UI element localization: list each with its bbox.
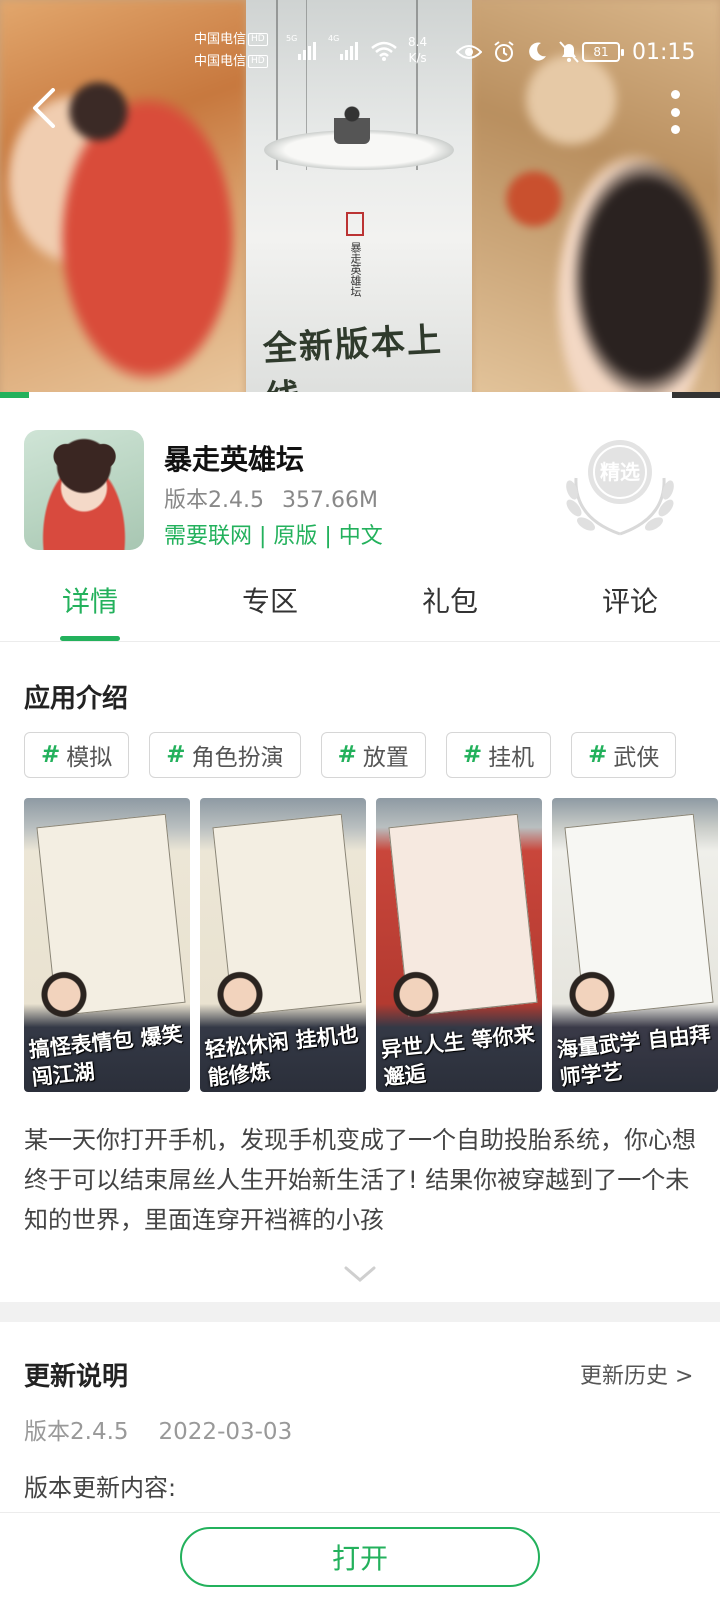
screenshot-thumbnail[interactable]: 轻松休闲 挂机也能修炼	[200, 798, 366, 1092]
screenshot-thumbnail[interactable]: 异世人生 等你来邂逅	[376, 798, 542, 1092]
signal-4g-icon: 4G	[328, 34, 358, 60]
app-meta: 版本2.4.5 357.66M	[164, 482, 378, 514]
update-version: 版本2.4.5	[24, 1419, 129, 1445]
intro-title: 应用介绍	[24, 684, 129, 714]
carrier-2: 中国电信 HD	[194, 52, 268, 72]
update-meta: 版本2.4.5 2022-03-03	[24, 1412, 292, 1446]
tab-zone[interactable]: 专区	[180, 576, 360, 641]
status-icons	[456, 40, 580, 64]
status-bar: 中国电信 HD 中国电信 HD 5G 4G 8.4 K/s 81 01:15	[0, 30, 720, 82]
banner-seal	[346, 212, 364, 236]
banner-progress-track	[0, 392, 720, 398]
update-content-label: 版本更新内容:	[24, 1474, 177, 1502]
wifi-icon	[371, 41, 397, 61]
banner-slogan: 全新版本上线	[261, 320, 444, 398]
featured-badge-icon	[566, 440, 674, 536]
tab-details[interactable]: 详情	[0, 576, 180, 641]
update-history-link[interactable]: 更新历史 >	[580, 1358, 693, 1390]
tag-chip[interactable]: # 挂机	[445, 732, 552, 778]
app-name: 暴走英雄坛	[164, 443, 305, 476]
banner-progress-fill	[0, 392, 29, 398]
more-dot-icon	[670, 125, 680, 134]
open-button[interactable]: 打开	[180, 1527, 540, 1587]
app-description: 某一天你打开手机，发现手机变成了一个自助投胎系统，你心想终于可以结束屌丝人生开始…	[24, 1126, 696, 1234]
update-title: 更新说明	[24, 1362, 129, 1392]
tag-chip[interactable]: # 放置	[320, 732, 426, 778]
alarm-icon	[494, 41, 514, 62]
tag-chip[interactable]: # 武侠	[571, 732, 677, 778]
app-version: 版本2.4.5	[164, 488, 264, 513]
back-arrow-icon	[33, 88, 55, 128]
section-divider	[0, 1302, 720, 1322]
moon-icon	[529, 42, 546, 61]
tab-gifts[interactable]: 礼包	[360, 576, 540, 641]
net-speed: 8.4 K/s	[408, 35, 428, 65]
tag-chip[interactable]: # 角色扮演	[149, 732, 301, 778]
tab-comments[interactable]: 评论	[540, 576, 720, 641]
expand-chevron-icon[interactable]	[340, 1262, 380, 1286]
app-icon	[24, 430, 144, 550]
more-dot-icon	[670, 90, 680, 99]
status-time: 01:15	[632, 40, 696, 65]
update-date: 2022-03-03	[158, 1419, 293, 1445]
tag-chips: # 模拟 # 角色扮演 # 放置 # 挂机 # 武侠	[24, 732, 677, 778]
app-tags: 需要联网 | 原版 | 中文	[164, 524, 383, 549]
carrier-1: 中国电信 HD	[194, 30, 268, 50]
tag-chip[interactable]: # 模拟	[24, 732, 130, 778]
banner-vertical-title: 暴走英雄坛	[349, 242, 362, 297]
featured-badge-label: 精选	[600, 460, 640, 484]
signal-5g-icon: 5G	[286, 34, 316, 60]
eye-icon	[456, 45, 482, 59]
more-dot-icon	[670, 107, 680, 117]
screenshot-thumbnail[interactable]: 搞怪表情包 爆笑闯江湖	[24, 798, 190, 1092]
mute-bell-icon	[559, 41, 579, 63]
screenshot-gallery: 搞怪表情包 爆笑闯江湖 轻松休闲 挂机也能修炼 异世人生 等你来邂逅 海量武学 …	[24, 798, 718, 1092]
app-size: 357.66M	[281, 488, 378, 513]
tab-bar: 详情 专区 礼包 评论	[0, 576, 720, 642]
bottom-action-bar: 打开	[0, 1512, 720, 1600]
banner-figure	[334, 104, 370, 144]
battery-indicator: 81	[582, 42, 624, 62]
banner-progress-end	[672, 392, 720, 398]
back-button[interactable]	[22, 86, 66, 130]
more-menu-button[interactable]	[660, 88, 690, 136]
screenshot-thumbnail[interactable]: 海量武学 自由拜师学艺	[552, 798, 718, 1092]
